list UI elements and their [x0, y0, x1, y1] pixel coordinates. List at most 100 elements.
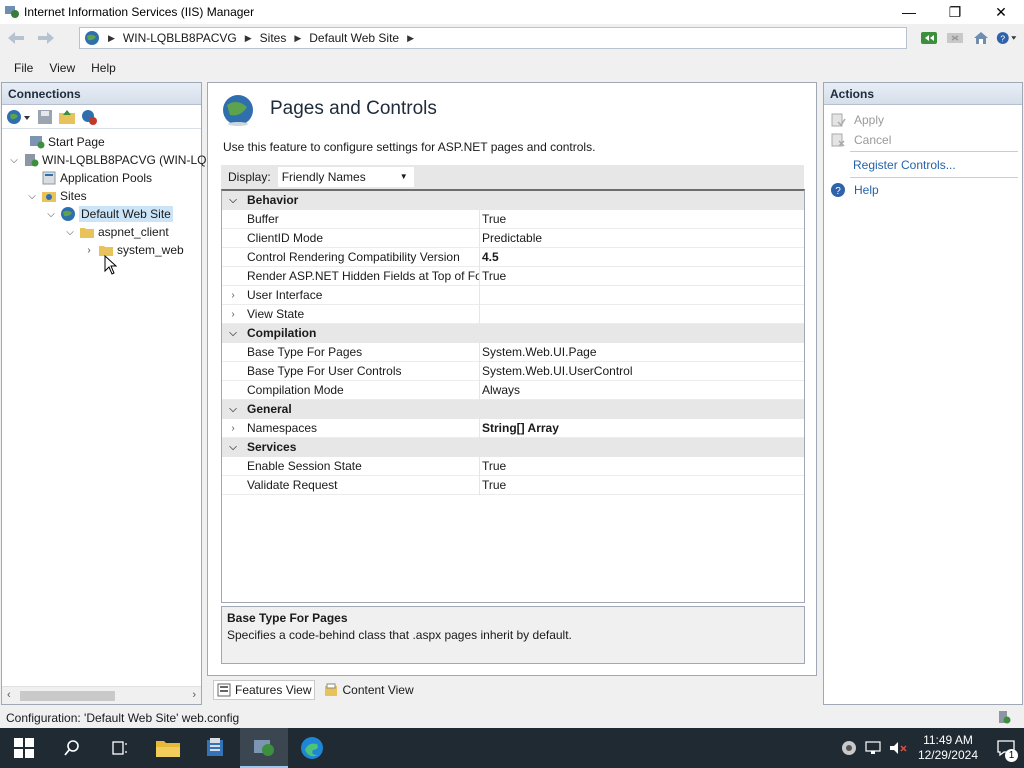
collapse-chevron-icon[interactable]: ⌵	[26, 191, 38, 202]
restore-button[interactable]: ❐	[932, 0, 978, 24]
minimize-button[interactable]: —	[886, 0, 932, 24]
tab-features-view[interactable]: Features View	[213, 680, 316, 700]
grid-property-row[interactable]: Render ASP.NET Hidden Fields at Top of F…	[222, 267, 804, 286]
register-controls-action[interactable]: Register Controls...	[853, 158, 956, 172]
property-value[interactable]: System.Web.UI.Page	[482, 345, 597, 359]
actions-separator	[850, 177, 1018, 178]
crumb-default-web-site[interactable]: Default Web Site	[309, 31, 399, 45]
collapse-chevron-icon[interactable]: ⌵	[226, 328, 240, 339]
property-value[interactable]: Predictable	[482, 231, 542, 245]
notification-center-button[interactable]: 1	[988, 728, 1024, 768]
scroll-thumb[interactable]	[20, 691, 115, 701]
volume-muted-icon[interactable]	[888, 739, 908, 757]
menu-view[interactable]: View	[41, 61, 83, 75]
back-button[interactable]	[4, 27, 28, 49]
grid-property-row[interactable]: Validate Request True	[222, 476, 804, 495]
expand-chevron-icon[interactable]: ›	[226, 290, 240, 301]
search-button[interactable]	[48, 728, 96, 768]
tree-start-page[interactable]: Start Page	[14, 133, 105, 151]
property-value[interactable]: True	[482, 212, 506, 226]
tree-server[interactable]: ⌵ WIN-LQBLB8PACVG (WIN-LQ	[8, 151, 206, 169]
grid-property-row[interactable]: Base Type For Pages System.Web.UI.Page	[222, 343, 804, 362]
grid-property-row[interactable]: Control Rendering Compatibility Version 4…	[222, 248, 804, 267]
property-description-title: Base Type For Pages	[227, 611, 348, 625]
grid-property-row[interactable]: Enable Session State True	[222, 457, 804, 476]
clock[interactable]: 11:49 AM 12/29/2024	[918, 733, 978, 763]
edge-taskbar[interactable]	[288, 728, 336, 768]
tab-content-view[interactable]: Content View	[321, 681, 416, 699]
grid-property-row[interactable]: › View State	[222, 305, 804, 324]
grid-category[interactable]: ⌵ Behavior	[222, 191, 804, 210]
forward-button[interactable]	[34, 27, 58, 49]
property-value[interactable]: Always	[482, 383, 520, 397]
collapse-chevron-icon[interactable]: ⌵	[8, 155, 20, 166]
search-icon	[64, 740, 79, 756]
status-bar: Configuration: 'Default Web Site' web.co…	[0, 707, 1024, 728]
property-name: User Interface	[247, 288, 323, 302]
grid-property-row[interactable]: Base Type For User Controls System.Web.UI…	[222, 362, 804, 381]
stop-button[interactable]	[944, 27, 966, 49]
property-value[interactable]: True	[482, 478, 506, 492]
connect-dropdown-icon[interactable]	[6, 108, 32, 126]
server-manager-taskbar[interactable]	[192, 728, 240, 768]
iis-manager-taskbar[interactable]	[240, 728, 288, 768]
close-button[interactable]: ✕	[978, 0, 1024, 24]
grid-property-row[interactable]: Buffer True	[222, 210, 804, 229]
property-value[interactable]: System.Web.UI.UserControl	[482, 364, 633, 378]
up-level-icon[interactable]	[58, 108, 76, 126]
grid-category[interactable]: ⌵ General	[222, 400, 804, 419]
server-icon	[25, 154, 39, 167]
tree-application-pools[interactable]: Application Pools	[26, 169, 152, 187]
tree-sites[interactable]: ⌵ Sites	[26, 187, 86, 205]
scroll-right-icon[interactable]: ›	[192, 689, 196, 701]
collapse-chevron-icon[interactable]: ⌵	[226, 195, 240, 206]
property-value[interactable]: String[] Array	[482, 421, 559, 435]
property-value[interactable]: 4.5	[482, 250, 499, 264]
expand-chevron-icon[interactable]: ›	[226, 423, 240, 434]
property-value[interactable]: True	[482, 459, 506, 473]
tree-aspnet-client[interactable]: ⌵ aspnet_client	[64, 223, 169, 241]
refresh-button[interactable]	[918, 27, 940, 49]
apply-action[interactable]: Apply	[830, 112, 884, 128]
menu-file[interactable]: File	[0, 61, 41, 75]
home-button[interactable]	[970, 27, 992, 49]
network-icon[interactable]	[864, 739, 882, 757]
tree-system-web[interactable]: › system_web	[83, 241, 183, 259]
collapse-chevron-icon[interactable]: ⌵	[64, 227, 76, 238]
expand-chevron-icon[interactable]: ›	[226, 309, 240, 320]
save-icon[interactable]	[36, 108, 54, 126]
grid-category[interactable]: ⌵ Services	[222, 438, 804, 457]
property-value[interactable]: True	[482, 269, 506, 283]
address-bar[interactable]: ▶ WIN-LQBLB8PACVG ▶ Sites ▶ Default Web …	[79, 27, 907, 49]
collapse-chevron-icon[interactable]: ⌵	[45, 209, 57, 220]
property-name: Base Type For User Controls	[247, 364, 402, 378]
collapse-chevron-icon[interactable]: ⌵	[226, 442, 240, 453]
clock-time: 11:49 AM	[923, 733, 973, 747]
crumb-sites[interactable]: Sites	[260, 31, 287, 45]
column-divider	[479, 305, 480, 324]
edge-browser-icon	[301, 737, 323, 759]
column-divider	[479, 476, 480, 495]
tray-app-icon[interactable]	[840, 739, 858, 757]
grid-property-row[interactable]: › Namespaces String[] Array	[222, 419, 804, 438]
help-dropdown-button[interactable]: ?	[996, 27, 1018, 49]
grid-property-row[interactable]: Compilation Mode Always	[222, 381, 804, 400]
collapse-chevron-icon[interactable]: ⌵	[226, 404, 240, 415]
start-button[interactable]	[0, 728, 48, 768]
crumb-server[interactable]: WIN-LQBLB8PACVG	[123, 31, 237, 45]
task-view-button[interactable]	[96, 728, 144, 768]
expand-chevron-icon[interactable]: ›	[83, 245, 95, 256]
cancel-action[interactable]: Cancel	[830, 132, 891, 148]
file-explorer-taskbar[interactable]	[144, 728, 192, 768]
tree-default-web-site[interactable]: ⌵ Default Web Site	[45, 205, 173, 223]
connections-hscrollbar[interactable]: ‹ ›	[2, 686, 201, 704]
crumb-separator[interactable]: ▶	[407, 33, 414, 44]
scroll-left-icon[interactable]: ‹	[7, 689, 11, 701]
disconnect-icon[interactable]	[80, 108, 98, 126]
menu-help[interactable]: Help	[83, 61, 124, 75]
grid-property-row[interactable]: › User Interface	[222, 286, 804, 305]
grid-category[interactable]: ⌵ Compilation	[222, 324, 804, 343]
display-select[interactable]: Friendly Names ▼	[276, 166, 415, 188]
grid-property-row[interactable]: ClientID Mode Predictable	[222, 229, 804, 248]
help-action[interactable]: ? Help	[830, 182, 879, 198]
